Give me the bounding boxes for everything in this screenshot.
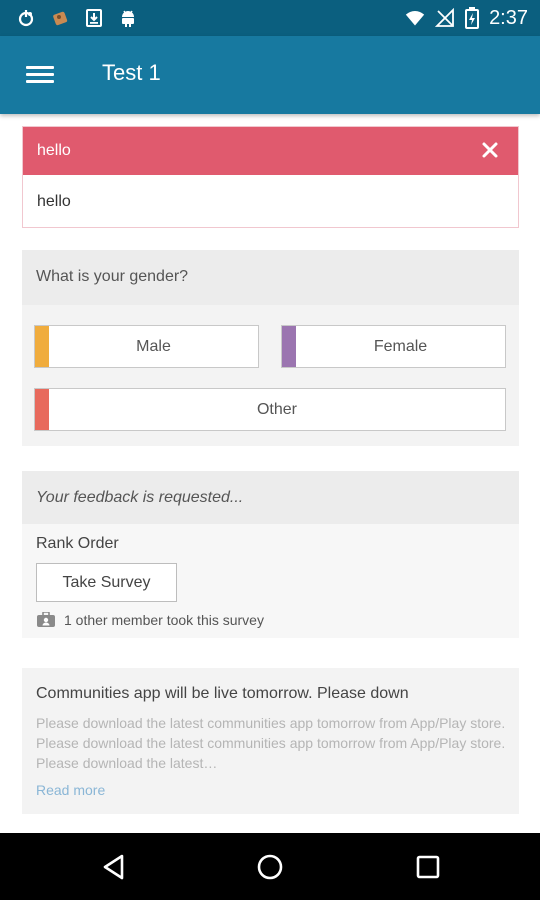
announcement-card: Communities app will be live tomorrow. P… xyxy=(22,668,519,814)
survey-header: Your feedback is requested... xyxy=(22,471,519,524)
hamburger-icon-line xyxy=(26,73,54,76)
option-label: Female xyxy=(373,338,428,355)
poll-option-female[interactable]: Female xyxy=(281,325,506,368)
alert-card: hello hello xyxy=(22,126,519,228)
notification-icon xyxy=(18,10,34,27)
page-title: Test 1 xyxy=(102,60,161,85)
app-screen: 2:37 Test 1 hello hello What is your gen… xyxy=(0,0,540,900)
announcement-body: Please download the latest communities a… xyxy=(36,715,506,771)
download-icon xyxy=(86,9,102,27)
announcement-title: Communities app will be live tomorrow. P… xyxy=(36,685,409,702)
option-color-bar xyxy=(35,389,49,430)
survey-type: Rank Order xyxy=(36,535,119,552)
status-clock: 2:37 xyxy=(489,6,528,29)
option-label: Male xyxy=(136,338,171,355)
alert-title: hello xyxy=(37,142,71,159)
poll-option-other[interactable]: Other xyxy=(34,388,506,431)
back-icon[interactable] xyxy=(100,853,128,881)
app-icon xyxy=(53,11,68,26)
people-icon xyxy=(37,612,55,627)
no-signal-icon xyxy=(435,8,454,27)
home-icon[interactable] xyxy=(256,853,284,881)
survey-participation: 1 other member took this survey xyxy=(64,612,264,628)
android-icon xyxy=(122,10,134,27)
read-more-link[interactable]: Read more xyxy=(36,782,105,798)
take-survey-button[interactable]: Take Survey xyxy=(36,563,177,602)
poll-header: What is your gender? xyxy=(22,250,519,305)
status-system: 2:37 xyxy=(405,4,528,32)
poll-question: What is your gender? xyxy=(36,268,189,285)
poll-option-male[interactable]: Male xyxy=(34,325,259,368)
survey-card: Your feedback is requested... Rank Order… xyxy=(22,471,519,638)
hamburger-icon-line xyxy=(26,80,54,83)
alert-header: hello xyxy=(23,127,518,175)
option-color-bar xyxy=(35,326,49,367)
option-label: Other xyxy=(256,401,297,418)
navigation-bar xyxy=(0,833,540,900)
recent-apps-icon[interactable] xyxy=(414,853,442,881)
option-color-bar xyxy=(282,326,296,367)
survey-meta: 1 other member took this survey xyxy=(36,612,264,628)
close-icon[interactable] xyxy=(480,140,500,160)
hamburger-icon-line xyxy=(26,66,54,69)
menu-button[interactable] xyxy=(26,63,54,87)
app-bar: Test 1 xyxy=(0,36,540,114)
survey-prompt: Your feedback is requested... xyxy=(36,489,244,506)
status-notifications xyxy=(16,6,138,30)
alert-body: hello xyxy=(37,193,71,210)
wifi-icon xyxy=(405,11,425,26)
battery-icon xyxy=(465,7,480,29)
status-bar: 2:37 xyxy=(0,0,540,36)
poll-card: What is your gender? Male Female Other xyxy=(22,250,519,446)
